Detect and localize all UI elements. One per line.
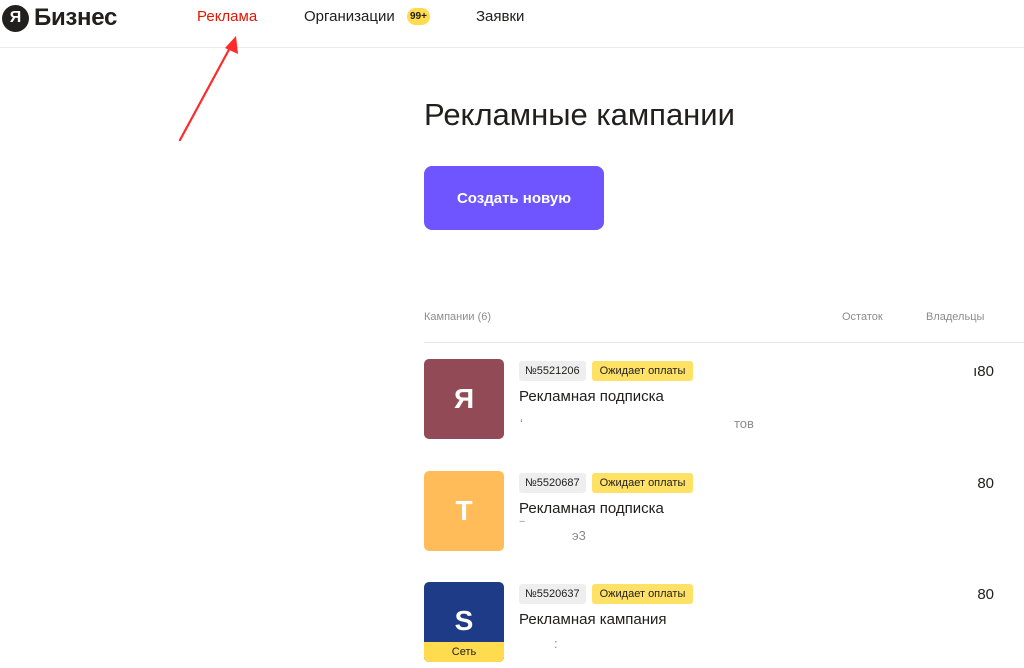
campaign-subtitle-start: ‘ [520, 416, 523, 431]
nav-requests[interactable]: Заявки [476, 8, 524, 25]
page-title: Рекламные кампании [424, 97, 735, 132]
yandex-business-logo[interactable]: Я Бизнес [2, 4, 117, 32]
column-balance[interactable]: Остаток [842, 311, 883, 323]
campaign-badges: №5520637 Ожидает оплаты [519, 584, 694, 604]
campaign-avatar: Я [424, 359, 504, 439]
campaign-title[interactable]: Рекламная подписка [519, 500, 664, 517]
logo-mark: Я [2, 4, 29, 32]
campaign-title[interactable]: Рекламная подписка [519, 388, 664, 405]
campaign-id-badge: №5520637 [519, 584, 586, 604]
campaign-id-badge: №5520687 [519, 473, 586, 493]
campaigns-table-header: Кампании (6) Остаток Владельцы [424, 303, 1024, 343]
campaign-subtitle-end: : [554, 636, 558, 651]
campaign-avatar: T [424, 471, 504, 551]
network-tag: Сеть [424, 642, 504, 662]
campaign-owners-value: ı80 [973, 363, 994, 380]
organizations-count-badge: 99+ [407, 8, 430, 25]
campaign-row[interactable]: S Сеть №5520637 Ожидает оплаты Рекламная… [424, 582, 1024, 668]
nav-organizations[interactable]: Организации [304, 8, 395, 25]
top-header: Я Бизнес Реклама Организации 99+ Заявки [0, 0, 1024, 48]
campaign-row[interactable]: T №5520687 Ожидает оплаты Рекламная подп… [424, 471, 1024, 571]
create-campaign-button[interactable]: Создать новую [424, 166, 604, 230]
status-badge: Ожидает оплаты [591, 473, 694, 493]
campaign-subtitle-start: ‾ [520, 519, 525, 534]
campaign-badges: №5521206 Ожидает оплаты [519, 361, 694, 381]
campaign-badges: №5520687 Ожидает оплаты [519, 473, 694, 493]
status-badge: Ожидает оплаты [591, 584, 694, 604]
campaign-subtitle-end: тов [734, 416, 754, 431]
campaign-row[interactable]: Я №5521206 Ожидает оплаты Рекламная подп… [424, 359, 1024, 459]
column-campaigns[interactable]: Кампании (6) [424, 311, 491, 323]
avatar-letter: T [455, 495, 473, 526]
campaign-owners-value: 80 [977, 586, 994, 603]
logo-text: Бизнес [34, 4, 118, 31]
nav-ads[interactable]: Реклама [197, 8, 257, 25]
annotation-arrow-icon [178, 36, 238, 142]
campaign-title[interactable]: Рекламная кампания [519, 611, 667, 628]
campaign-subtitle-end: э3 [572, 528, 586, 543]
avatar-letter: S [454, 605, 474, 636]
campaign-id-badge: №5521206 [519, 361, 586, 381]
campaign-owners-value: 80 [977, 475, 994, 492]
avatar-letter: Я [453, 383, 475, 414]
column-owners[interactable]: Владельцы [926, 311, 984, 323]
status-badge: Ожидает оплаты [591, 361, 694, 381]
campaign-avatar: S Сеть [424, 582, 504, 662]
